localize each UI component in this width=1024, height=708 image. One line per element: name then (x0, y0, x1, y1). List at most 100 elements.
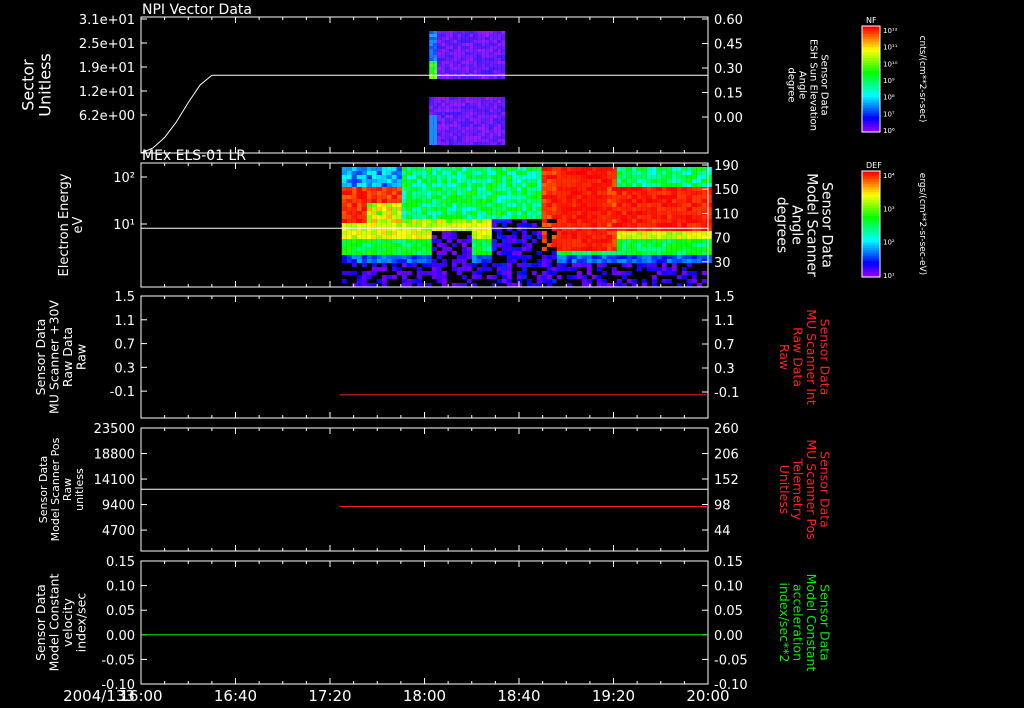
els-spectrogram-cell (486, 227, 492, 231)
els-spectrogram-cell (556, 267, 562, 271)
els-spectrogram-cell (376, 167, 382, 171)
els-spectrogram-cell (551, 179, 557, 183)
els-spectrogram-cell (616, 183, 622, 187)
npi-spectrogram-cell (457, 70, 462, 73)
npi-spectrogram-cell (485, 40, 490, 43)
els-spectrogram-cell (426, 187, 432, 191)
els-spectrogram-cell (606, 207, 612, 211)
els-spectrogram-cell (401, 175, 407, 179)
npi-spectrogram-cell (489, 46, 494, 49)
npi-spectrogram-cell (477, 58, 482, 61)
els-spectrogram-cell (571, 235, 577, 239)
els-spectrogram-cell (626, 203, 632, 207)
els-spectrogram-cell (671, 267, 677, 271)
els-spectrogram-cell (511, 207, 517, 211)
els-spectrogram-cell (446, 207, 452, 211)
els-spectrogram-cell (601, 255, 607, 259)
els-spectrogram-cell (486, 187, 492, 191)
npi-spectrogram-cell (449, 34, 454, 37)
els-spectrogram-cell (421, 227, 427, 231)
els-spectrogram-cell (681, 195, 687, 199)
els-spectrogram-cell (611, 235, 617, 239)
els-spectrogram-cell (551, 223, 557, 227)
npi-spectrogram-cell (457, 97, 462, 100)
els-spectrogram-cell (381, 211, 387, 215)
els-spectrogram-cell (471, 247, 477, 251)
els-spectrogram-cell (591, 167, 597, 171)
els-spectrogram-cell (391, 195, 397, 199)
els-spectrogram-cell (551, 251, 557, 255)
els-spectrogram-cell (581, 243, 587, 247)
els-spectrogram-cell (441, 203, 447, 207)
npi-spectrogram-cell (461, 112, 466, 115)
els-spectrogram-cell (436, 263, 442, 267)
npi-spectrogram-cell (433, 61, 438, 64)
els-spectrogram-cell (466, 227, 472, 231)
els-spectrogram-cell (591, 243, 597, 247)
npi-spectrogram-cell (461, 52, 466, 55)
els-spectrogram-cell (671, 263, 677, 267)
npi-spectrogram-cell (449, 76, 454, 79)
npi-spectrogram-cell (437, 121, 442, 124)
els-spectrogram-cell (471, 199, 477, 203)
els-spectrogram-cell (426, 247, 432, 251)
npi-spectrogram-cell (433, 103, 438, 106)
els-spectrogram-cell (586, 267, 592, 271)
els-spectrogram-cell (586, 239, 592, 243)
els-spectrogram-cell (461, 223, 467, 227)
els-spectrogram-cell (366, 191, 372, 195)
els-spectrogram-cell (451, 199, 457, 203)
els-spectrogram-cell (541, 235, 547, 239)
els-spectrogram-cell (671, 235, 677, 239)
npi-spectrogram-cell (433, 121, 438, 124)
els-spectrogram-cell (496, 191, 502, 195)
els-spectrogram-cell (541, 211, 547, 215)
els-spectrogram-cell (456, 203, 462, 207)
els-spectrogram-cell (461, 239, 467, 243)
els-spectrogram-cell (521, 167, 527, 171)
npi-spectrogram-cell (457, 142, 462, 145)
els-spectrogram-cell (516, 211, 522, 215)
els-spectrogram-cell (596, 255, 602, 259)
els-spectrogram-cell (346, 235, 352, 239)
els-spectrogram-cell (636, 187, 642, 191)
els-spectrogram-cell (626, 243, 632, 247)
npi-spectrogram-cell (477, 121, 482, 124)
els-spectrogram-cell (661, 207, 667, 211)
els-spectrogram-cell (346, 199, 352, 203)
els-spectrogram-cell (516, 263, 522, 267)
npi-spectrogram-cell (433, 115, 438, 118)
right-y-axis-label: index/sec**2 (777, 583, 792, 663)
els-spectrogram-cell (411, 223, 417, 227)
els-spectrogram-cell (526, 199, 532, 203)
els-spectrogram-cell (416, 187, 422, 191)
els-spectrogram-cell (366, 167, 372, 171)
els-spectrogram-cell (561, 255, 567, 259)
els-spectrogram-cell (386, 215, 392, 219)
els-spectrogram-cell (571, 255, 577, 259)
els-spectrogram-cell (416, 235, 422, 239)
els-spectrogram-cell (456, 191, 462, 195)
els-spectrogram-cell (621, 211, 627, 215)
els-spectrogram-cell (681, 179, 687, 183)
els-spectrogram-cell (476, 255, 482, 259)
els-spectrogram-cell (621, 271, 627, 275)
els-spectrogram-cell (381, 239, 387, 243)
els-spectrogram-cell (456, 219, 462, 223)
els-spectrogram-cell (481, 227, 487, 231)
els-spectrogram-cell (341, 195, 347, 199)
els-spectrogram-cell (411, 187, 417, 191)
els-spectrogram-cell (491, 195, 497, 199)
npi-spectrogram-cell (449, 31, 454, 34)
els-spectrogram-cell (451, 267, 457, 271)
npi-spectrogram-cell (493, 106, 498, 109)
els-spectrogram-cell (396, 171, 402, 175)
els-spectrogram-cell (411, 247, 417, 251)
els-spectrogram-cell (421, 195, 427, 199)
els-spectrogram-cell (506, 279, 512, 283)
els-spectrogram-cell (651, 171, 657, 175)
colorbar-units: ergs/(cm**2-sr-sec-eV) (917, 173, 927, 275)
npi-spectrogram-cell (445, 103, 450, 106)
els-spectrogram-cell (466, 223, 472, 227)
els-spectrogram-cell (486, 191, 492, 195)
